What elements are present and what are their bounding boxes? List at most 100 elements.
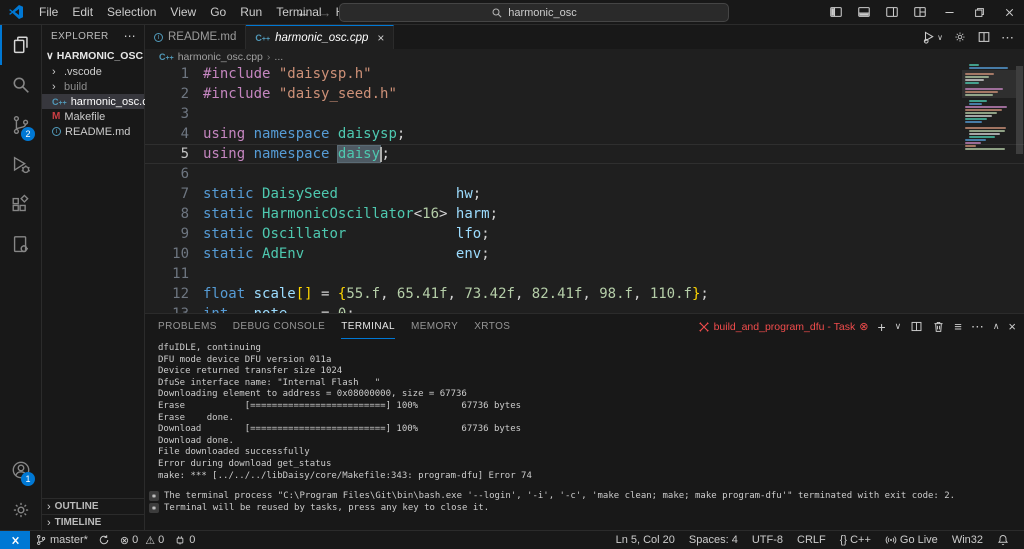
terminal-line: DfuSe interface name: "Internal Flash " [158, 377, 381, 388]
tab-harmonic_osc.cpp[interactable]: C++ harmonic_osc.cpp × [246, 25, 395, 49]
toggle-panel-button[interactable] [850, 0, 878, 24]
toggle-primary-sidebar-button[interactable] [822, 0, 850, 24]
panel-tab-terminal[interactable]: TERMINAL [341, 314, 395, 339]
terminal-profile-dropdown[interactable]: ∨ [895, 322, 902, 331]
info-icon: i [52, 127, 61, 136]
activity-extensions[interactable] [0, 185, 41, 225]
activity-explorer[interactable] [0, 25, 41, 65]
encoding[interactable]: UTF-8 [745, 534, 790, 546]
workspace-root-folder[interactable]: ∨ HARMONIC_OSC [42, 47, 144, 64]
notice-text: The terminal process "C:\Program Files\G… [164, 491, 956, 502]
sync-changes-button[interactable] [93, 531, 115, 549]
close-icon: × [1008, 319, 1016, 334]
minimize-button[interactable] [934, 0, 964, 24]
kill-terminal-button[interactable] [932, 320, 945, 333]
terminal-line: make: *** [../../../libDaisy/core/Makefi… [158, 470, 532, 481]
language-mode[interactable]: {} C++ [833, 534, 878, 546]
code-line-10[interactable]: 10 static AdEnv env; [145, 244, 1024, 264]
toggle-secondary-sidebar-button[interactable] [878, 0, 906, 24]
activity-manage-settings[interactable] [0, 490, 41, 530]
code-line-12[interactable]: 12 float scale[] = {55.f, 65.41f, 73.42f,… [145, 284, 1024, 304]
menu-edit[interactable]: Edit [65, 5, 100, 19]
indentation[interactable]: Spaces: 4 [682, 534, 745, 546]
terminal-views-button[interactable]: ≡ [954, 320, 962, 333]
menu-view[interactable]: View [163, 5, 203, 19]
task-error-icon: ⊗ [859, 321, 869, 333]
menu-selection[interactable]: Selection [100, 5, 163, 19]
close-panel-button[interactable]: × [1008, 320, 1016, 333]
minimap[interactable] [962, 64, 1016, 313]
code-line-5[interactable]: 5 using namespace daisy; [145, 144, 1024, 164]
git-branch-status[interactable]: master* [30, 531, 93, 549]
platform[interactable]: Win32 [945, 534, 990, 546]
tree-item-makefile[interactable]: M Makefile [42, 109, 144, 124]
menu-run[interactable]: Run [233, 5, 269, 19]
command-center-search[interactable]: harmonic_osc [339, 3, 729, 22]
code-line-2[interactable]: 2 #include "daisy_seed.h" [145, 84, 1024, 104]
activity-task-runner[interactable] [0, 225, 41, 265]
activity-search[interactable] [0, 65, 41, 105]
split-editor-button[interactable] [977, 30, 991, 44]
go-live[interactable]: Go Live [878, 534, 945, 546]
problems-status[interactable]: ⊗ 0 ⚠ 0 [115, 531, 169, 549]
tab-readme.md[interactable]: i README.md [145, 25, 247, 49]
customize-layout-button[interactable] [906, 0, 934, 24]
sidebar-title: EXPLORER [51, 30, 109, 42]
terminal-task-item[interactable]: build_and_program_dfu - Task ⊗ [698, 320, 869, 333]
split-terminal-button[interactable] [910, 320, 923, 333]
sidebar-section-outline[interactable]: › OUTLINE [42, 498, 144, 514]
terminal-line: Erase [=========================] 100% 6… [158, 400, 522, 411]
code-line-11[interactable]: 11 [145, 264, 1024, 284]
eol[interactable]: CRLF [790, 534, 833, 546]
new-terminal-button[interactable]: + [877, 320, 885, 334]
code-line-1[interactable]: 1 #include "daisysp.h" [145, 64, 1024, 84]
maximize-panel-button[interactable]: ∧ [993, 322, 1000, 331]
go-forward-icon[interactable]: → [317, 5, 333, 20]
terminal-output[interactable]: dfuIDLE, continuing DFU mode device DFU v… [145, 339, 1024, 530]
remote-indicator-button[interactable] [0, 531, 30, 549]
close-tab-icon[interactable]: × [377, 31, 384, 45]
code-line-6[interactable]: 6 [145, 164, 1024, 184]
panel-tab-xrtos[interactable]: XRTOS [474, 314, 510, 339]
code-line-4[interactable]: 4 using namespace daisysp; [145, 124, 1024, 144]
code-editor[interactable]: 1 #include "daisysp.h" 2 #include "daisy_se… [145, 64, 1024, 313]
explorer-more-actions-icon[interactable]: ⋯ [124, 29, 136, 43]
code-line-13[interactable]: 13int note = 0; [145, 304, 1024, 313]
command-decoration-icon[interactable]: ✱ [149, 502, 159, 513]
code-line-9[interactable]: 9 static Oscillator lfo; [145, 224, 1024, 244]
command-decoration-icon[interactable]: ✱ [149, 491, 159, 502]
more-actions-button[interactable]: ⋯ [1001, 31, 1014, 44]
panel-tab-debug-console[interactable]: DEBUG CONSOLE [233, 314, 325, 339]
go-back-icon[interactable]: ← [295, 5, 311, 20]
tree-item-build[interactable]: › build [42, 79, 144, 94]
code-line-3[interactable]: 3 [145, 104, 1024, 124]
activity-accounts[interactable]: 1 [0, 450, 41, 490]
cpp-file-icon: C++ [255, 32, 271, 43]
panel-tab-problems[interactable]: PROBLEMS [158, 314, 217, 339]
panel-tab-memory[interactable]: MEMORY [411, 314, 458, 339]
device-status[interactable]: 0 [169, 531, 200, 549]
activity-run-and-debug[interactable] [0, 145, 41, 185]
restore-button[interactable] [964, 0, 994, 24]
panel-more-actions-button[interactable]: ⋯ [971, 320, 984, 333]
editor-scrollbar[interactable] [1015, 64, 1024, 313]
tree-item-readme.md[interactable]: i README.md [42, 124, 144, 139]
sidebar-section-timeline[interactable]: › TIMELINE [42, 514, 144, 530]
terminal-line: dfuIDLE, continuing [158, 343, 261, 353]
breadcrumb[interactable]: C++ harmonic_osc.cpp › ... [145, 49, 1024, 64]
tree-item-.vscode[interactable]: › .vscode [42, 64, 144, 79]
device-plug-icon [176, 536, 184, 545]
code-line-7[interactable]: 7 static DaisySeed hw; [145, 184, 1024, 204]
terminal-line: Download [=========================] 100… [158, 424, 522, 435]
code-line-8[interactable]: 8 static HarmonicOscillator<16> harm; [145, 204, 1024, 224]
tree-item-harmonic_osc.cpp[interactable]: C++ harmonic_osc.cpp [42, 94, 160, 109]
configure-button[interactable] [953, 30, 967, 44]
chevron-right-icon: › [47, 500, 51, 513]
run-or-debug-button[interactable]: ∨ [922, 30, 943, 44]
close-button[interactable] [994, 0, 1024, 24]
menu-file[interactable]: File [32, 5, 65, 19]
activity-source-control[interactable]: 2 [0, 105, 41, 145]
menu-go[interactable]: Go [203, 5, 233, 19]
cursor-position[interactable]: Ln 5, Col 20 [609, 534, 682, 546]
notifications-bell[interactable] [990, 534, 1016, 546]
